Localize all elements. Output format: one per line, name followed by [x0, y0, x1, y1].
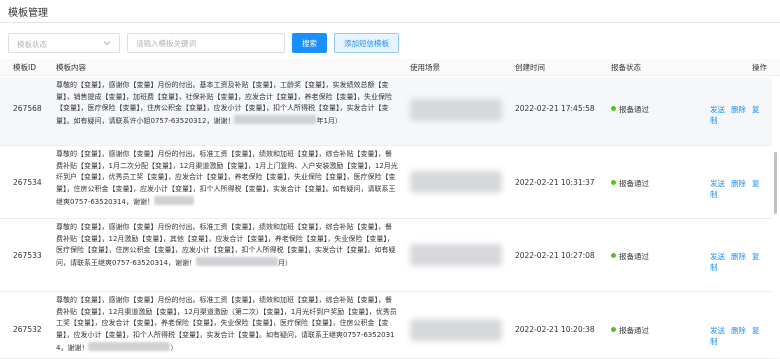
template-id: 267568: [13, 104, 42, 113]
table-row: 267568 尊敬的【变量】，感谢你【变量】月份的付出。基本工资及补贴【变量】，…: [0, 77, 772, 146]
delete-link[interactable]: 删除: [731, 326, 746, 335]
created-time: 2022-02-21 10:20:38: [515, 325, 595, 334]
table-header: 模板ID 模板内容 使用场景 创建时间 报备状态 操作: [0, 59, 780, 76]
table-row: 267533 尊敬的【变量】，感谢你【变量】月份的付出。标准工资【变量】，绩效和…: [0, 219, 772, 292]
column-header-created-time: 创建时间: [515, 63, 545, 72]
template-content-text-tail: 年1月）: [316, 117, 342, 126]
vertical-scrollbar[interactable]: [774, 152, 777, 214]
template-content-text: 尊敬的【变量】，感谢你【变量】月份的付出。标准工资【变量】，绩效和加班【变量】，…: [56, 150, 398, 206]
template-id: 267534: [13, 178, 42, 187]
column-header-actions: 操作: [752, 63, 767, 72]
redacted-usage-scene: [410, 99, 502, 121]
template-keyword-search-input[interactable]: [127, 33, 285, 53]
filter-toolbar: 模板状态 搜索 添加短信模板: [0, 33, 780, 55]
row-actions: 发送 删除 复制: [710, 251, 772, 273]
status-dot-icon: [611, 253, 616, 258]
filing-status: 报备通过: [611, 178, 649, 189]
send-link[interactable]: 发送: [710, 179, 725, 188]
template-content: 尊敬的【变量】，感谢你【变量】月份的付出。标准工资【变量】，绩效和加班【变量】，…: [56, 222, 398, 270]
delete-link[interactable]: 删除: [731, 252, 746, 261]
template-content-text-tail: 月）: [277, 259, 292, 268]
created-time: 2022-02-21 17:45:58: [515, 104, 595, 113]
send-link[interactable]: 发送: [710, 326, 725, 335]
template-id: 267532: [13, 325, 42, 334]
table-row: 267532 尊敬的【变量】，感谢你【变量】月份的付出。标准工资【变量】，绩效和…: [0, 292, 772, 359]
redacted-text: [234, 115, 317, 125]
redacted-text: [153, 195, 194, 205]
template-content-text-tail: ）: [170, 343, 178, 352]
table-row: 267534 尊敬的【变量】，感谢你【变量】月份的付出。标准工资【变量】，绩效和…: [0, 146, 772, 219]
send-link[interactable]: 发送: [710, 105, 725, 114]
search-button[interactable]: 搜索: [292, 33, 327, 53]
page-title: 模板管理: [8, 8, 48, 19]
column-header-filing-status: 报备状态: [611, 63, 641, 72]
column-header-template-content: 模板内容: [56, 63, 86, 72]
status-dot-icon: [611, 327, 616, 332]
column-header-usage-scene: 使用场景: [410, 63, 440, 72]
template-id: 267533: [13, 251, 42, 260]
send-link[interactable]: 发送: [710, 252, 725, 261]
row-actions: 发送 删除 复制: [710, 325, 772, 347]
add-sms-template-button[interactable]: 添加短信模板: [334, 33, 399, 53]
delete-link[interactable]: 删除: [731, 179, 746, 188]
template-management-page: 模板管理 模板状态 搜索 添加短信模板 模板ID 模板内容 使用场景 创建时间 …: [0, 0, 780, 359]
filing-status: 报备通过: [611, 251, 649, 262]
row-actions: 发送 删除 复制: [710, 104, 772, 126]
title-divider: [0, 22, 780, 23]
filing-status: 报备通过: [611, 104, 649, 115]
filing-status-label: 报备通过: [619, 105, 649, 114]
created-time: 2022-02-21 10:27:08: [515, 251, 595, 260]
filing-status-label: 报备通过: [619, 252, 649, 261]
redacted-usage-scene: [410, 319, 502, 341]
chevron-down-icon: [103, 41, 111, 46]
template-status-select[interactable]: 模板状态: [8, 33, 120, 53]
template-content: 尊敬的【变量】，感谢你【变量】月份的付出。标准工资【变量】，绩效和加班【变量】，…: [56, 149, 398, 209]
created-time: 2022-02-21 10:31:37: [515, 178, 595, 187]
template-status-placeholder: 模板状态: [17, 40, 47, 49]
delete-link[interactable]: 删除: [731, 105, 746, 114]
status-dot-icon: [611, 106, 616, 111]
column-header-template-id: 模板ID: [13, 63, 36, 72]
row-actions: 发送 删除 复制: [710, 178, 772, 200]
redacted-text: [88, 341, 171, 351]
redacted-text: [195, 257, 278, 267]
filing-status-label: 报备通过: [619, 326, 649, 335]
template-content: 尊敬的【变量】，感谢你【变量】月份的付出。标准工资【变量】，绩效和加班【变量】，…: [56, 295, 398, 355]
status-dot-icon: [611, 180, 616, 185]
redacted-usage-scene: [410, 244, 502, 266]
template-content: 尊敬的【变量】，感谢你【变量】月份的付出。基本工资及补贴【变量】，工龄奖【变量】…: [56, 80, 398, 128]
filing-status: 报备通过: [611, 325, 649, 336]
redacted-usage-scene: [410, 171, 502, 193]
filing-status-label: 报备通过: [619, 179, 649, 188]
